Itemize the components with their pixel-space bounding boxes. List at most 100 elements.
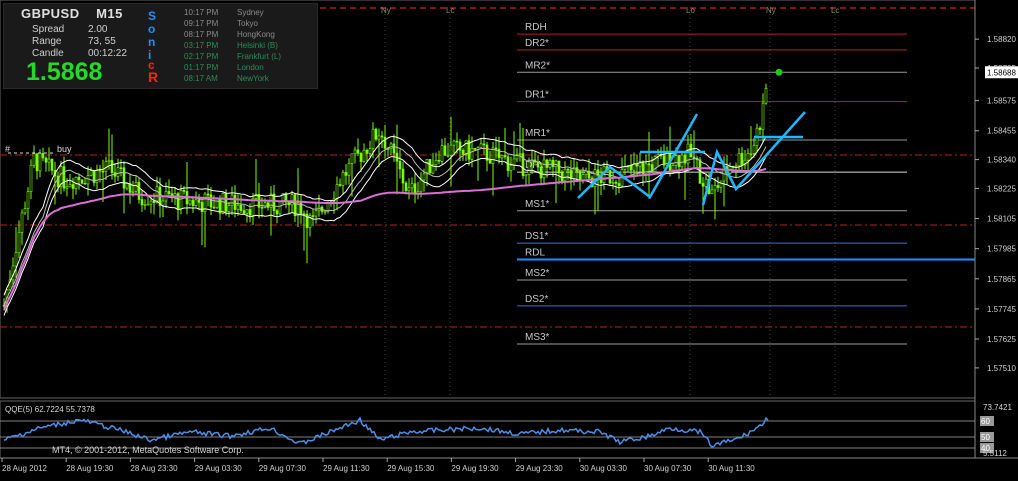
candle-body [524, 174, 528, 177]
candle-body [236, 204, 240, 210]
candle-body [248, 209, 252, 216]
price-tick-label: 1.58105 [987, 215, 1016, 224]
session-helsinki: 03:17 PM Helsinki (B) [184, 41, 278, 50]
session-sydney: 10:17 PM Sydney [184, 8, 264, 17]
session-marker-label: Ny [766, 6, 776, 15]
candle-body [758, 127, 762, 130]
candle-body [137, 182, 141, 200]
pivot-level-label: MR2* [525, 60, 550, 71]
brand-letter-o: o [148, 22, 156, 36]
candle-body [398, 160, 402, 170]
session-marker-label: Lc [831, 6, 839, 15]
candle-body [353, 149, 357, 155]
candle-body [275, 210, 279, 215]
symbol-title: GBPUSD M15 [21, 6, 123, 21]
candle-body [119, 167, 123, 169]
candle-body [617, 183, 621, 187]
candle-body [371, 128, 375, 150]
pivot-level-label: DS1* [525, 231, 548, 242]
candle-body [422, 173, 426, 181]
candle-body [443, 145, 447, 156]
candle-body [632, 163, 636, 171]
candle-body [674, 155, 678, 166]
candle-body [554, 160, 558, 168]
candle-body [455, 140, 459, 143]
candle-body [347, 163, 351, 176]
oscillator-title: QQE(5) 62.7224 55.7378 [5, 405, 95, 414]
candle-body [566, 168, 570, 171]
brand-letter-r: R [148, 69, 159, 85]
pivot-level-label: MS1* [525, 199, 550, 210]
candle-body [458, 141, 462, 151]
candle-body [464, 140, 468, 155]
session-frankfurt: 02:17 PM Frankfurt (L) [184, 52, 282, 61]
candle-body [368, 148, 372, 154]
candle-body [485, 144, 489, 161]
candle-body [419, 179, 423, 193]
candle-body [614, 181, 618, 184]
candle-body [689, 143, 693, 158]
pivot-level-label: MS2* [525, 268, 550, 279]
pivot-level-label: DS2* [525, 294, 548, 305]
price-tick-label: 1.57745 [987, 305, 1016, 314]
candle-body [167, 191, 171, 194]
candle-body [737, 153, 741, 167]
candle-body [146, 203, 150, 206]
spread-row: Spread 2.00 [32, 24, 107, 35]
candle-body [197, 199, 201, 203]
session-marker-label: Lc [446, 6, 454, 15]
candle-body [239, 204, 243, 211]
candle-body [143, 203, 147, 206]
candle-body [338, 184, 342, 186]
price-tick-label: 1.57985 [987, 245, 1016, 254]
candle-body [635, 163, 639, 167]
candle-body [314, 210, 318, 217]
candle-body [710, 189, 714, 195]
time-tick-label: 28 Aug 19:30 [66, 464, 114, 473]
qqe-line [3, 416, 769, 448]
candle-body [161, 200, 165, 206]
candle-body [212, 206, 216, 209]
session-london: 01:17 PM London [184, 63, 264, 72]
candle-body [494, 147, 498, 150]
candle-body [473, 148, 477, 150]
candle-body [356, 149, 360, 154]
time-tick-label: 29 Aug 03:30 [195, 464, 243, 473]
symbol-name: GBPUSD [21, 6, 80, 21]
time-tick-label: 30 Aug 11:30 [708, 464, 755, 473]
candle-body [701, 183, 705, 187]
pivot-level-label: RDL [525, 247, 545, 258]
pivot-level-label: MS3* [525, 332, 550, 343]
spread-label: Spread [32, 24, 65, 35]
candle-body [194, 199, 198, 206]
candle-body [446, 154, 450, 157]
brand-letter-n: n [148, 35, 156, 49]
candle-body [101, 170, 105, 173]
candle-body [545, 159, 549, 168]
candle-body [503, 155, 507, 158]
candle-body [704, 178, 708, 187]
candle-body [746, 153, 750, 161]
candle-body [539, 166, 543, 179]
candle-body [140, 199, 144, 206]
candle-body [227, 205, 231, 212]
candle-body [122, 167, 126, 189]
candle-body [134, 182, 138, 192]
candle-body [749, 152, 753, 155]
candle-body [377, 135, 381, 140]
candle-body [383, 136, 387, 149]
candle-body [263, 202, 267, 208]
spread-value: 2.00 [88, 24, 108, 35]
candle-body [17, 232, 21, 254]
candle-body [542, 159, 546, 179]
candle-body [50, 158, 54, 171]
candle-body [551, 159, 555, 168]
candle-body [608, 170, 612, 184]
chart-window[interactable]: NyLcLoNyLc1.588201.587051.585751.584551.… [0, 0, 1018, 476]
candle-body [500, 155, 504, 159]
candle-body [434, 160, 438, 166]
candle-body [125, 183, 129, 189]
candle-body [719, 180, 723, 188]
candle-body [449, 144, 453, 156]
candle-body [182, 189, 186, 192]
